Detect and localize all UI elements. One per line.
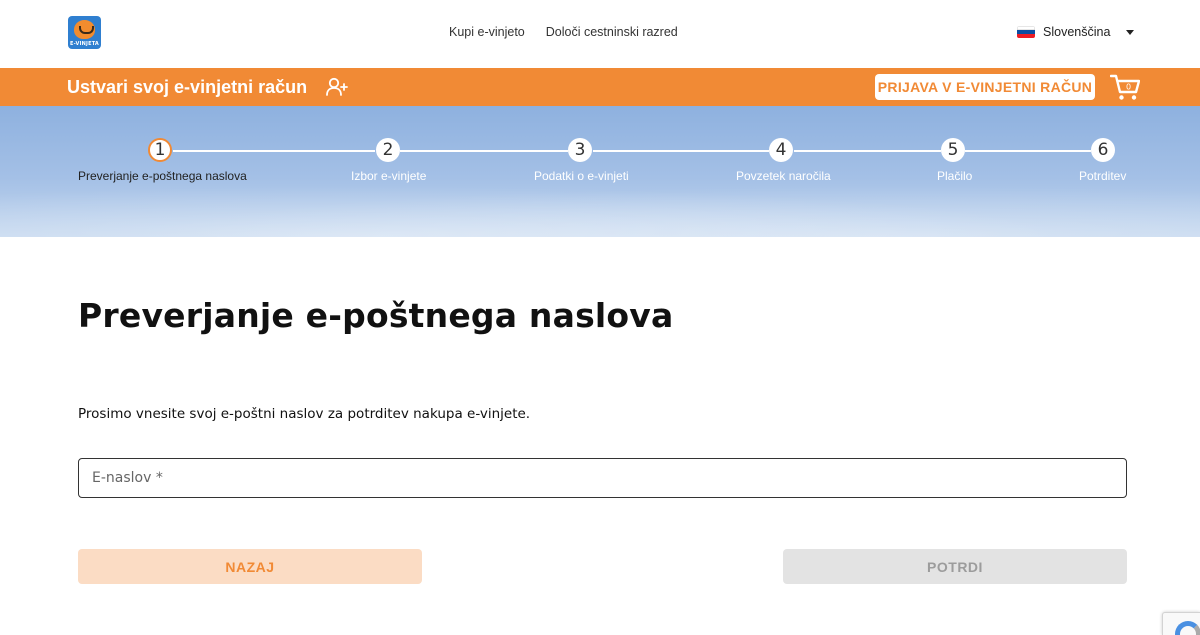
recaptcha-badge[interactable] (1162, 612, 1200, 635)
chevron-down-icon[interactable] (1126, 30, 1134, 35)
account-bar: Ustvari svoj e-vinjetni račun PRIJAVA V … (0, 68, 1200, 106)
step-connector (593, 150, 769, 152)
step-5-label: Plačilo (937, 169, 973, 183)
step-4-indicator: 4 (769, 138, 793, 162)
language-selector[interactable]: Slovenščina (1017, 25, 1110, 39)
step-connector (794, 150, 941, 152)
step-3-label: Podatki o e-vinjeti (534, 169, 629, 183)
checkout-steps: 1 2 3 4 5 6 Preverjanje e-poštnega naslo… (0, 106, 1200, 237)
nav-doloci-cestninski-razred[interactable]: Določi cestninski razred (546, 25, 678, 39)
create-account-title[interactable]: Ustvari svoj e-vinjetni račun (67, 77, 307, 98)
page-title: Preverjanje e-poštnega naslova (78, 296, 674, 335)
step-5-indicator: 5 (941, 138, 965, 162)
step-1-indicator: 1 (148, 138, 172, 162)
step-4-label: Povzetek naročila (736, 169, 831, 183)
recaptcha-icon (1175, 621, 1200, 635)
email-field[interactable] (78, 458, 1127, 498)
step-6-indicator: 6 (1091, 138, 1115, 162)
step-connector (400, 150, 568, 152)
login-button[interactable]: PRIJAVA V E-VINJETNI RAČUN (875, 74, 1095, 100)
step-3-indicator: 3 (568, 138, 592, 162)
step-6-label: Potrditev (1079, 169, 1127, 183)
logo-face-icon (74, 20, 95, 39)
step-1-label: Preverjanje e-poštnega naslova (78, 169, 247, 183)
nav-kupi-e-vinjeto[interactable]: Kupi e-vinjeto (449, 25, 525, 39)
step-2-label: Izbor e-vinjete (351, 169, 427, 183)
top-nav: Kupi e-vinjeto Določi cestninski razred (449, 25, 678, 39)
top-bar: E-VINJETA Kupi e-vinjeto Določi cestnins… (0, 0, 1200, 68)
back-button[interactable]: NAZAJ (78, 549, 422, 584)
language-label: Slovenščina (1043, 25, 1111, 39)
step-connector (173, 150, 375, 152)
step-connector (965, 150, 1091, 152)
logo-text: E-VINJETA (69, 41, 99, 47)
e-vinjeta-logo[interactable]: E-VINJETA (68, 16, 101, 49)
slovenia-flag-icon (1017, 26, 1035, 38)
confirm-button[interactable]: POTRDI (783, 549, 1127, 584)
add-user-icon[interactable] (326, 77, 348, 97)
cart-count: 0 (1126, 83, 1131, 92)
intro-text: Prosimo vnesite svoj e-poštni naslov za … (78, 406, 531, 422)
step-2-indicator: 2 (376, 138, 400, 162)
cart-icon[interactable]: 0 (1110, 73, 1140, 101)
